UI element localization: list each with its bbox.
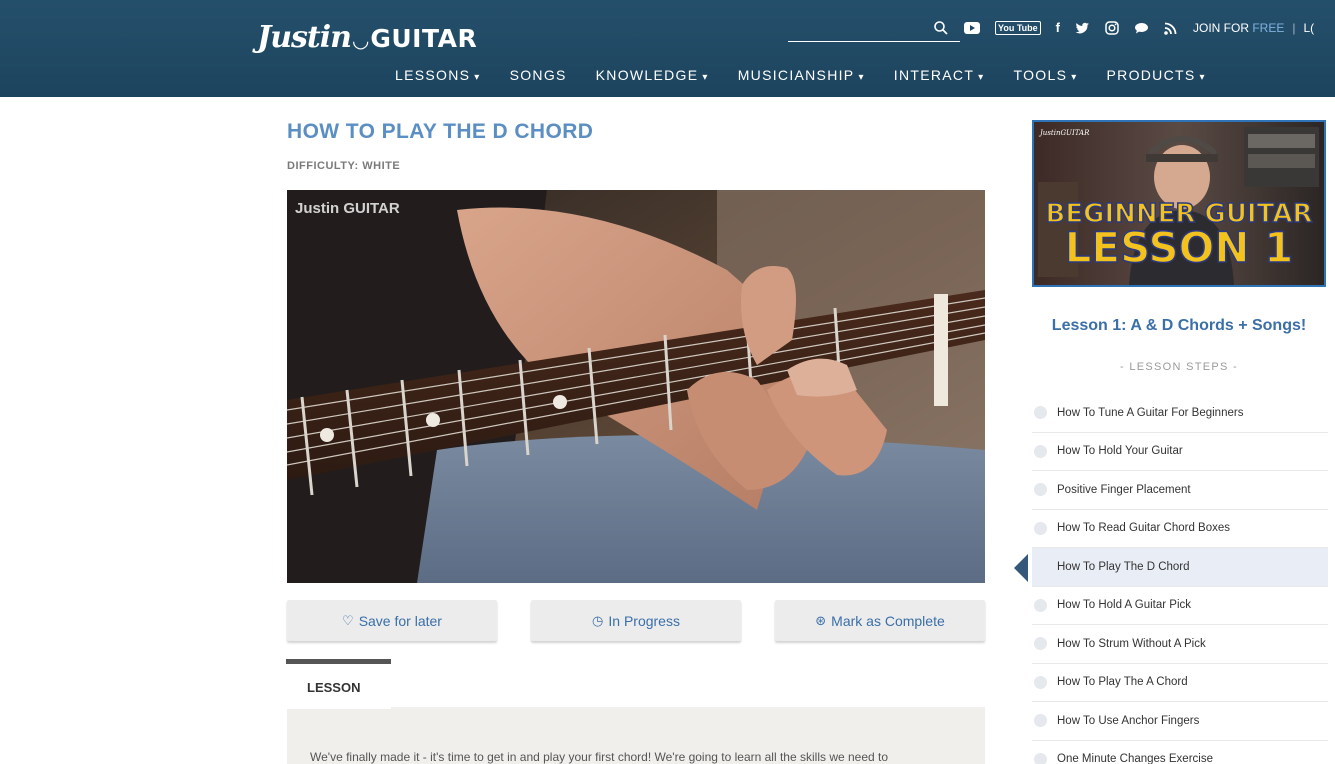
nav-lessons[interactable]: LESSONS ▾ (395, 67, 481, 83)
logo-script-text: Justin (257, 20, 352, 55)
save-for-later-button[interactable]: ♡ Save for later (287, 600, 497, 641)
step-label: How To Use Anchor Fingers (1057, 714, 1200, 727)
step-label: How To Read Guitar Chord Boxes (1057, 522, 1231, 535)
difficulty-label: DIFFICULTY: WHITE (287, 160, 401, 172)
nav-label: KNOWLEDGE (595, 67, 699, 83)
header-separator: | (1292, 21, 1296, 35)
rss-icon[interactable] (1164, 22, 1177, 35)
in-progress-label: In Progress (608, 612, 680, 629)
step-label: How To Hold Your Guitar (1057, 445, 1183, 458)
login-link[interactable]: L( (1303, 21, 1314, 35)
step-label: How To Play The A Chord (1057, 676, 1188, 689)
mark-complete-label: Mark as Complete (831, 612, 945, 629)
nav-label: SONGS (509, 67, 567, 83)
join-free-label: FREE (1252, 21, 1285, 35)
chat-icon[interactable] (1134, 22, 1149, 34)
step-label: One Minute Changes Exercise (1057, 753, 1213, 764)
nav-products[interactable]: PRODUCTS ▾ (1107, 67, 1206, 83)
logo-smile-icon: ◡ (352, 30, 369, 52)
sidebar-lesson-subtitle: - LESSON STEPS - (1120, 361, 1238, 373)
nav-songs[interactable]: SONGS (510, 67, 567, 83)
step-status-icon (1034, 752, 1047, 764)
caret-down-icon: ▾ (1071, 72, 1078, 83)
step-status-icon (1034, 637, 1047, 651)
video-thumbnail-image (287, 190, 985, 583)
tab-lesson[interactable]: LESSON (286, 659, 391, 709)
main-nav: LESSONS ▾ SONGS KNOWLEDGE ▾ MUSICIANSHIP ▾ … (395, 67, 1235, 83)
facebook-icon[interactable]: f (1056, 20, 1060, 36)
step-label: Positive Finger Placement (1057, 483, 1191, 496)
step-d-chord[interactable]: How To Play The D Chord (1032, 548, 1328, 587)
step-status-icon (1034, 675, 1047, 689)
caret-down-icon: ▾ (978, 72, 985, 83)
caret-down-icon: ▾ (1199, 72, 1206, 83)
caret-down-icon: ▾ (858, 72, 865, 83)
step-chord-boxes[interactable]: How To Read Guitar Chord Boxes (1032, 510, 1328, 548)
nav-tools[interactable]: TOOLS ▾ (1014, 67, 1078, 83)
nav-label: INTERACT (893, 67, 975, 83)
step-strum-without-pick[interactable]: How To Strum Without A Pick (1032, 625, 1328, 664)
step-hold-pick[interactable]: How To Hold A Guitar Pick (1032, 587, 1328, 625)
heart-icon: ♡ (342, 612, 354, 628)
search-input[interactable] (788, 41, 960, 42)
nav-musicianship[interactable]: MUSICIANSHIP ▾ (738, 67, 865, 83)
step-status-icon (1034, 444, 1047, 458)
step-label: How To Strum Without A Pick (1057, 637, 1206, 650)
step-status-icon (1034, 598, 1047, 612)
step-status-icon (1034, 560, 1047, 573)
site-header: Justin ◡ GUITAR You Tube f JOIN FOR FREE… (0, 0, 1335, 97)
youtube-icon[interactable] (964, 22, 980, 34)
site-logo[interactable]: Justin ◡ GUITAR (257, 20, 477, 55)
step-anchor-fingers[interactable]: How To Use Anchor Fingers (1032, 702, 1328, 741)
caret-down-icon: ▾ (474, 72, 481, 83)
logo-word-text: GUITAR (370, 24, 478, 53)
lesson-steps-list: How To Tune A Guitar For Beginners How T… (1032, 394, 1328, 764)
caret-down-icon: ▾ (702, 72, 709, 83)
lesson-intro-text: We've finally made it - it's time to get… (310, 750, 889, 764)
lesson-content-panel: We've finally made it - it's time to get… (287, 709, 985, 764)
twitter-icon[interactable] (1075, 22, 1090, 35)
search-icon[interactable] (933, 20, 949, 36)
step-status-icon (1034, 483, 1047, 497)
instagram-icon[interactable] (1105, 21, 1119, 35)
nav-label: PRODUCTS (1106, 67, 1196, 83)
step-label: How To Tune A Guitar For Beginners (1057, 406, 1244, 419)
step-finger-placement[interactable]: Positive Finger Placement (1032, 471, 1328, 510)
check-circle-icon: ⊛ (815, 612, 827, 628)
nav-knowledge[interactable]: KNOWLEDGE ▾ (596, 67, 709, 83)
step-label: How To Hold A Guitar Pick (1057, 599, 1192, 612)
promo-brand-text: JustinGUITAR (1038, 129, 1090, 137)
step-one-minute-changes[interactable]: One Minute Changes Exercise (1032, 741, 1328, 764)
step-hold-guitar[interactable]: How To Hold Your Guitar (1032, 433, 1328, 471)
join-link[interactable]: JOIN FOR FREE | L( (1193, 21, 1314, 35)
sidebar-lesson-title[interactable]: Lesson 1: A & D Chords + Songs! (1032, 315, 1326, 336)
step-status-icon (1034, 406, 1047, 420)
social-icons: You Tube f (964, 20, 1177, 36)
youtube-logo-icon[interactable]: You Tube (995, 21, 1041, 35)
step-tune-guitar[interactable]: How To Tune A Guitar For Beginners (1032, 394, 1328, 433)
in-progress-button[interactable]: ◷ In Progress (531, 600, 741, 641)
step-status-icon (1034, 521, 1047, 535)
nav-label: MUSICIANSHIP (737, 67, 855, 83)
nav-interact[interactable]: INTERACT ▾ (894, 67, 985, 83)
join-label: JOIN FOR (1193, 21, 1249, 35)
step-status-icon (1034, 714, 1047, 728)
video-watermark: Justin GUITAR (295, 200, 400, 217)
step-label: How To Play The D Chord (1057, 560, 1190, 573)
step-a-chord[interactable]: How To Play The A Chord (1032, 664, 1328, 702)
page-title: HOW TO PLAY THE D CHORD (287, 120, 594, 143)
promo-title-line2: LESSON 1 (1065, 223, 1294, 272)
active-step-arrow-icon (1014, 554, 1028, 582)
nav-label: LESSONS (395, 67, 471, 83)
promo-thumbnail-image: JustinGUITAR BEGINNER GUITAR LESSON 1 (1034, 122, 1324, 285)
clock-icon: ◷ (592, 612, 604, 628)
nav-label: TOOLS (1013, 67, 1068, 83)
beginner-lesson-promo[interactable]: JustinGUITAR BEGINNER GUITAR LESSON 1 (1032, 120, 1326, 287)
save-for-later-label: Save for later (358, 612, 442, 629)
mark-complete-button[interactable]: ⊛ Mark as Complete (775, 600, 985, 641)
lesson-video-player[interactable]: Justin GUITAR (287, 190, 985, 583)
